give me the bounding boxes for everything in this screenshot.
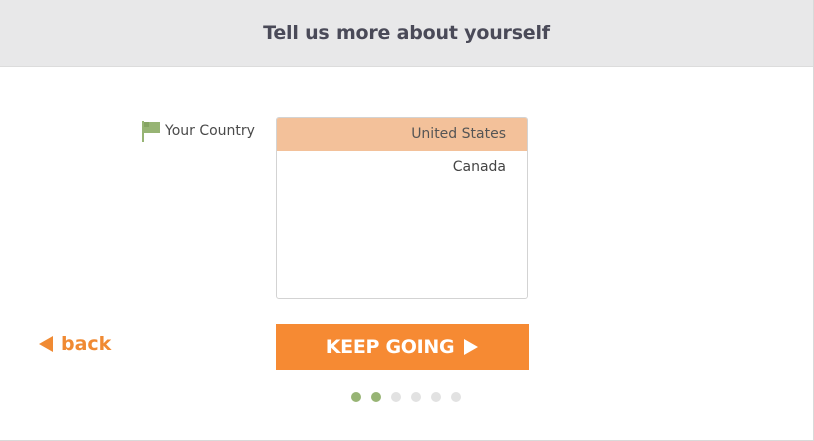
page-title: Tell us more about yourself [263, 22, 550, 44]
country-field-label: Your Country [140, 120, 255, 142]
progress-dot-1 [351, 392, 361, 402]
progress-dot-2 [371, 392, 381, 402]
keep-going-button[interactable]: KEEP GOING [276, 324, 529, 370]
progress-indicator [351, 392, 461, 402]
triangle-left-icon [38, 334, 54, 354]
progress-dot-5 [431, 392, 441, 402]
country-option-united-states[interactable]: United States [277, 118, 527, 151]
page-header: Tell us more about yourself [0, 0, 813, 67]
keep-going-label: KEEP GOING [325, 336, 455, 358]
progress-dot-6 [451, 392, 461, 402]
country-listbox[interactable]: United States Canada [276, 117, 528, 299]
progress-dot-3 [391, 392, 401, 402]
country-label-text: Your Country [165, 123, 255, 139]
back-link[interactable]: back [38, 333, 111, 355]
flag-icon [140, 120, 162, 142]
signup-form: Tell us more about yourself Your Country… [0, 0, 814, 441]
country-option-canada[interactable]: Canada [277, 151, 527, 184]
play-icon [463, 338, 479, 356]
back-label: back [61, 333, 112, 355]
progress-dot-4 [411, 392, 421, 402]
